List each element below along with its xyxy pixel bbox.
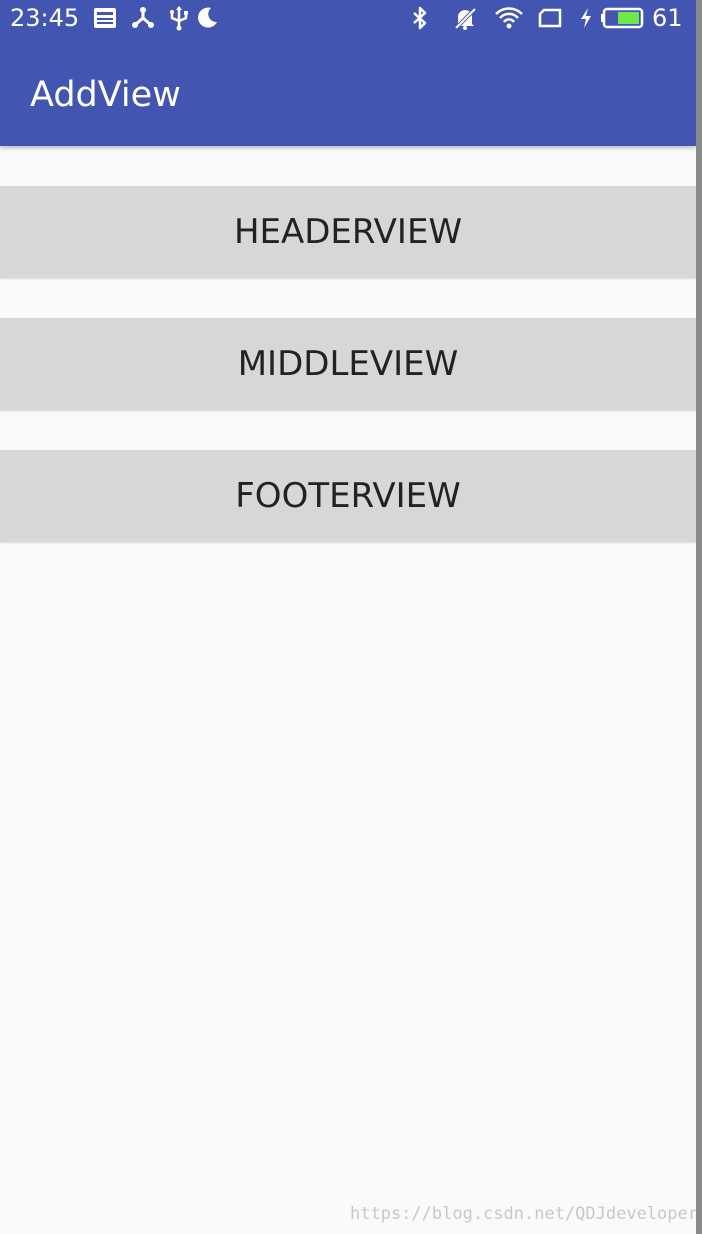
battery-icon — [600, 5, 646, 31]
moon-icon — [194, 5, 220, 31]
app-screen: 23:45 61 AddView HEADERVIEW MIDDLEVIEW F… — [0, 0, 696, 1234]
app-bar: AddView — [0, 36, 696, 146]
screen-icon — [537, 5, 563, 31]
status-bar: 23:45 61 — [0, 0, 696, 36]
app-title: AddView — [30, 75, 181, 115]
battery-level: 61 — [652, 4, 683, 32]
share-icon — [130, 5, 156, 31]
usb-icon — [166, 5, 192, 31]
headerview-button[interactable]: HEADERVIEW — [0, 186, 696, 278]
footerview-button[interactable]: FOOTERVIEW — [0, 450, 696, 542]
middleview-button[interactable]: MIDDLEVIEW — [0, 318, 696, 410]
charging-icon — [578, 5, 594, 31]
notifications-off-icon — [452, 5, 478, 31]
watermark: https://blog.csdn.net/QDJdeveloper — [350, 1204, 696, 1224]
bluetooth-icon — [407, 5, 433, 31]
status-time: 23:45 — [10, 4, 80, 32]
wifi-icon — [494, 5, 524, 31]
news-icon — [92, 5, 118, 31]
